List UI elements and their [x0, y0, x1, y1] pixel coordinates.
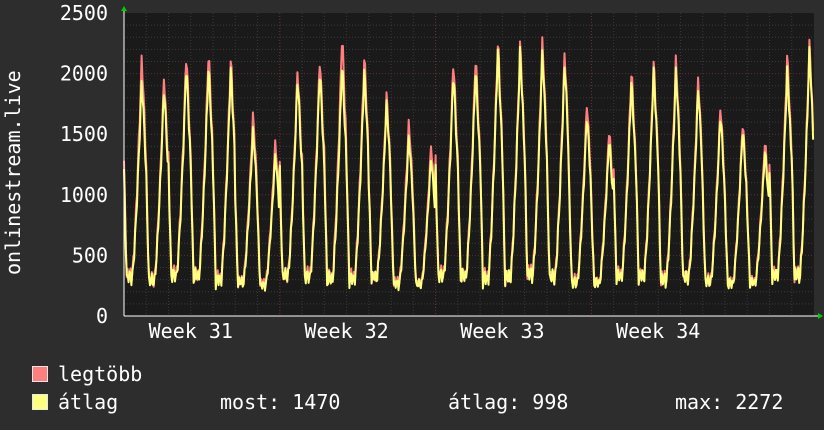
y-tick-label: 2000: [60, 62, 108, 86]
y-tick-label: 500: [72, 243, 108, 267]
y-tick-label: 1500: [60, 122, 108, 146]
y-axis-arrow: [121, 6, 127, 11]
x-tick-label: Week 32: [304, 319, 388, 343]
y-tick-label: 0: [96, 304, 108, 328]
y-axis-label: onlinestream.live: [1, 70, 25, 275]
x-axis-arrow: [818, 313, 823, 319]
legend-label-max: legtöbb: [58, 362, 143, 386]
x-tick-label: Week 31: [149, 319, 233, 343]
x-tick-label: Week 34: [616, 319, 700, 343]
x-tick-label: Week 33: [460, 319, 544, 343]
stat-average: átlag: 998: [448, 390, 569, 414]
legend-swatch-avg: [32, 394, 48, 410]
y-tick-label: 1000: [60, 183, 108, 207]
stat-now: most: 1470: [220, 390, 341, 414]
legend-swatch-max: [32, 366, 48, 382]
y-tick-label: 2500: [60, 1, 108, 25]
legend-label-avg: átlag: [58, 390, 119, 414]
stat-max: max: 2272: [675, 390, 784, 414]
